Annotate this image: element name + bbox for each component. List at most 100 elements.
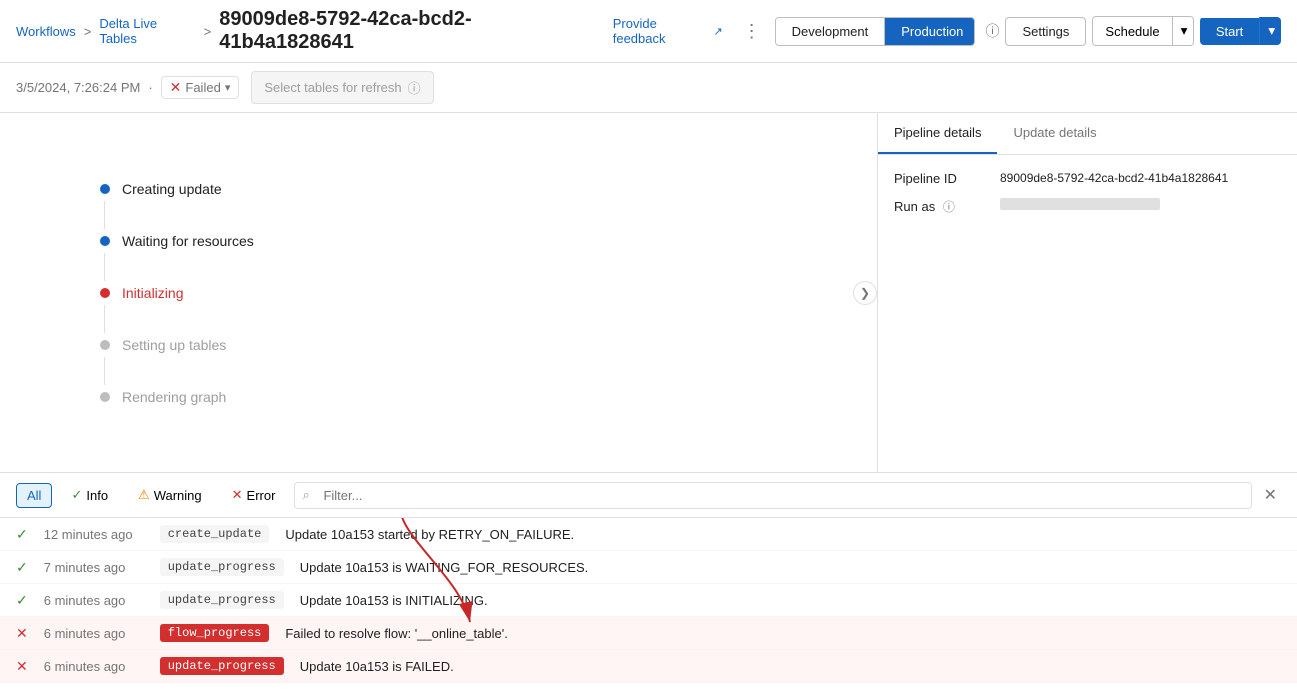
log-table: ✓ 12 minutes ago create_update Update 10…	[0, 518, 1297, 693]
error-filter-icon: ✕	[232, 487, 243, 503]
run-as-info-icon[interactable]: ⓘ	[943, 200, 955, 214]
log-row-error: ✕ 6 minutes ago flow_progress Failed to …	[0, 617, 1297, 650]
info-filter-icon: ✓	[71, 487, 82, 503]
development-mode-button[interactable]: Development	[776, 18, 886, 45]
log-time: 6 minutes ago	[44, 659, 144, 674]
log-message: Update 10a153 is WAITING_FOR_RESOURCES.	[300, 560, 1281, 575]
step-row-waiting: Waiting for resources	[100, 229, 837, 281]
run-date: 3/5/2024, 7:26:24 PM	[16, 80, 140, 95]
run-as-label: Run as	[894, 199, 935, 214]
log-tag-error: update_progress	[160, 657, 284, 675]
step-row-rendering: Rendering graph	[100, 385, 837, 409]
redacted-value	[1000, 198, 1160, 210]
log-error-icon: ✕	[16, 658, 28, 675]
pipeline-id-key: Pipeline ID	[894, 171, 984, 186]
schedule-button-group: Schedule ▾	[1092, 16, 1193, 46]
error-filter-label: Error	[247, 488, 276, 503]
step-label-waiting: Waiting for resources	[122, 233, 254, 249]
filter-info-button[interactable]: ✓ Info	[60, 482, 119, 508]
settings-button[interactable]: Settings	[1005, 17, 1086, 46]
step-dot-waiting	[100, 236, 110, 246]
filter-error-button[interactable]: ✕ Error	[221, 482, 287, 508]
log-time: 6 minutes ago	[44, 593, 144, 608]
pipeline-steps: Creating update Waiting for resources In…	[0, 113, 877, 472]
step-item-setting-up: Setting up tables	[100, 333, 837, 357]
status-chevron-icon: ▾	[225, 81, 231, 94]
filter-all-button[interactable]: All	[16, 483, 52, 508]
step-item-initializing: Initializing	[100, 281, 837, 305]
main-area: Creating update Waiting for resources In…	[0, 113, 1297, 473]
run-as-key: Run as ⓘ	[894, 198, 984, 215]
warning-filter-label: Warning	[154, 488, 202, 503]
start-button-group: Start ▾	[1200, 17, 1281, 45]
run-info: 3/5/2024, 7:26:24 PM · ✕ Failed ▾	[16, 76, 239, 99]
filter-warning-button[interactable]: ⚠ Warning	[127, 482, 213, 508]
select-tables-button[interactable]: Select tables for refresh ⓘ	[251, 71, 433, 104]
step-connector-4	[104, 357, 105, 385]
step-item-creating-update: Creating update	[100, 177, 837, 201]
breadcrumb-workflows[interactable]: Workflows	[16, 24, 76, 39]
log-message-error: Failed to resolve flow: '__online_table'…	[285, 626, 1281, 641]
step-connector-2	[104, 253, 105, 281]
step-item-waiting: Waiting for resources	[100, 229, 837, 253]
details-content: Pipeline ID 89009de8-5792-42ca-bcd2-41b4…	[878, 155, 1297, 243]
step-connector-1	[104, 201, 105, 229]
detail-row-pipeline-id: Pipeline ID 89009de8-5792-42ca-bcd2-41b4…	[894, 171, 1281, 186]
info-filter-label: Info	[86, 488, 108, 503]
tab-update-details[interactable]: Update details	[997, 113, 1112, 154]
filter-input[interactable]	[294, 482, 1251, 509]
status-label: Failed	[185, 80, 220, 95]
status-badge[interactable]: ✕ Failed ▾	[161, 76, 240, 99]
step-connector-3	[104, 305, 105, 333]
breadcrumb-sep1: >	[84, 24, 92, 39]
log-message: Update 10a153 started by RETRY_ON_FAILUR…	[285, 527, 1281, 542]
log-time: 7 minutes ago	[44, 560, 144, 575]
top-nav: Workflows > Delta Live Tables > 89009de8…	[0, 0, 1297, 63]
toggle-panel-button[interactable]: ❯	[853, 281, 877, 305]
log-tag: update_progress	[160, 591, 284, 609]
feedback-link[interactable]: Provide feedback ↗	[613, 16, 723, 46]
run-as-val	[1000, 198, 1160, 210]
step-item-rendering: Rendering graph	[100, 385, 837, 409]
close-log-button[interactable]: ✕	[1260, 481, 1281, 509]
log-area: All ✓ Info ⚠ Warning ✕ Error ⌕ ✕ ✓ 12 mi…	[0, 473, 1297, 693]
log-toolbar: All ✓ Info ⚠ Warning ✕ Error ⌕ ✕	[0, 473, 1297, 518]
log-tag: create_update	[160, 525, 270, 543]
log-success-icon: ✓	[16, 526, 28, 543]
details-tabs: Pipeline details Update details	[878, 113, 1297, 155]
breadcrumb-sep2: >	[204, 24, 212, 39]
step-row-initializing: Initializing	[100, 281, 837, 333]
step-label-setting-up: Setting up tables	[122, 337, 226, 353]
mode-info-icon[interactable]: ⓘ	[985, 21, 999, 41]
run-dot: ·	[148, 80, 152, 95]
step-label-rendering: Rendering graph	[122, 389, 226, 405]
log-time: 12 minutes ago	[44, 527, 144, 542]
production-mode-button[interactable]: Production	[885, 18, 975, 45]
details-panel: Pipeline details Update details Pipeline…	[877, 113, 1297, 472]
log-time: 6 minutes ago	[44, 626, 144, 641]
breadcrumb-delta-live-tables[interactable]: Delta Live Tables	[99, 16, 195, 46]
log-success-icon: ✓	[16, 559, 28, 576]
step-dot-rendering	[100, 392, 110, 402]
mode-buttons: Development Production	[775, 17, 976, 46]
page-title: 89009de8-5792-42ca-bcd2-41b4a1828641	[219, 8, 596, 54]
log-tag-error: flow_progress	[160, 624, 270, 642]
step-dot-creating-update	[100, 184, 110, 194]
start-chevron-button[interactable]: ▾	[1259, 17, 1281, 45]
step-label-creating-update: Creating update	[122, 181, 222, 197]
log-error-icon: ✕	[16, 625, 28, 642]
steps-container: Creating update Waiting for resources In…	[100, 177, 837, 409]
start-main-button[interactable]: Start	[1200, 18, 1259, 45]
detail-row-run-as: Run as ⓘ	[894, 198, 1281, 215]
log-row: ✓ 7 minutes ago update_progress Update 1…	[0, 551, 1297, 584]
log-row-error-2: ✕ 6 minutes ago update_progress Update 1…	[0, 650, 1297, 683]
log-row: ✓ 12 minutes ago create_update Update 10…	[0, 518, 1297, 551]
search-icon: ⌕	[302, 487, 309, 503]
log-message: Update 10a153 is INITIALIZING.	[300, 593, 1281, 608]
tab-pipeline-details[interactable]: Pipeline details	[878, 113, 997, 154]
kebab-menu-button[interactable]: ⋮	[735, 17, 769, 46]
schedule-chevron-button[interactable]: ▾	[1172, 17, 1194, 45]
schedule-label-button[interactable]: Schedule	[1093, 18, 1171, 45]
step-row-setting-up: Setting up tables	[100, 333, 837, 385]
log-success-icon: ✓	[16, 592, 28, 609]
